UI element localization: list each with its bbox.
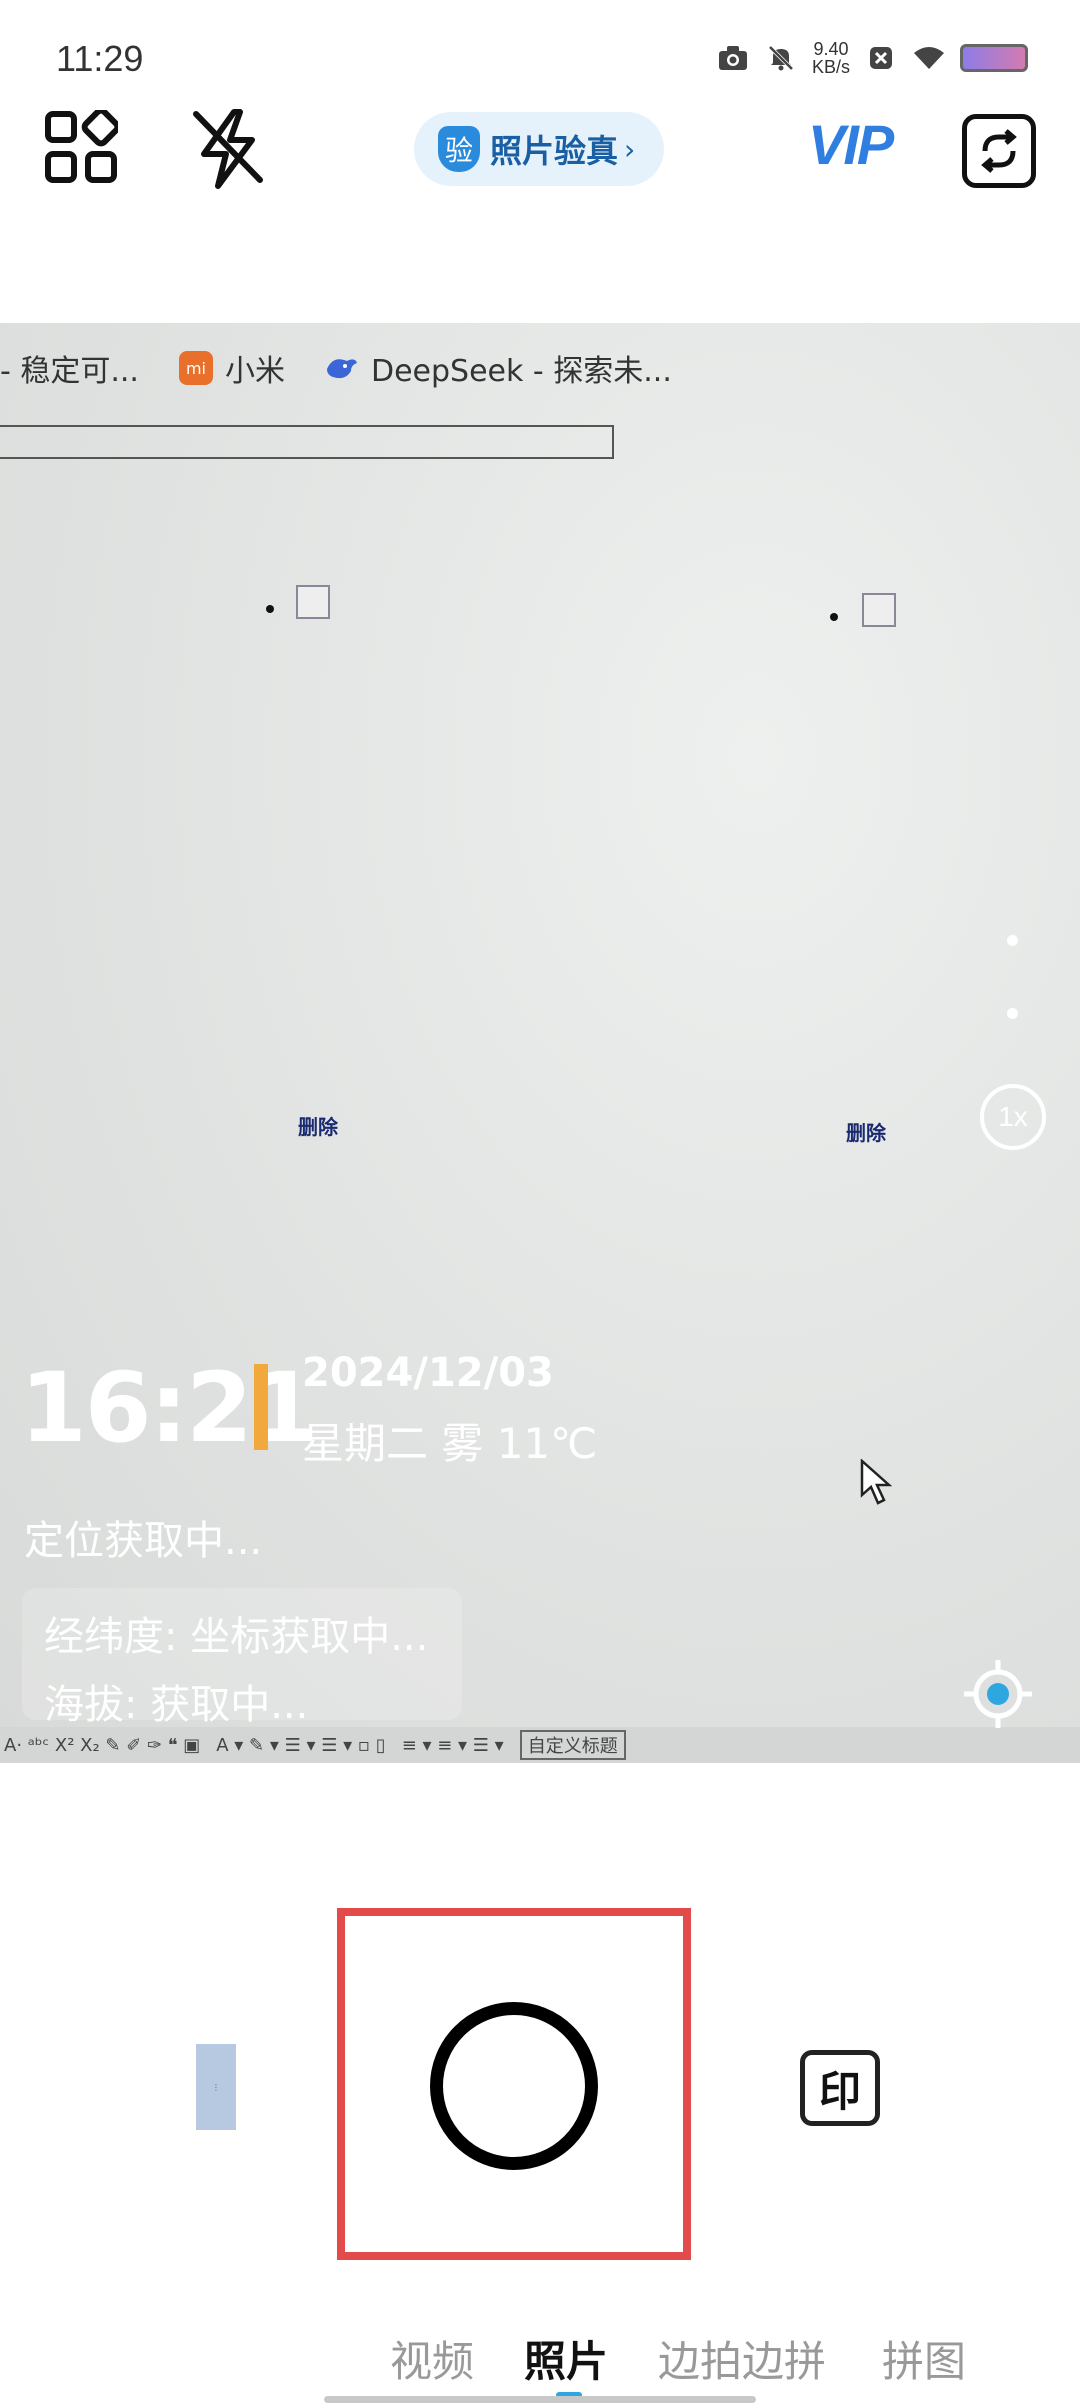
toolbar-glyph-icon: ≡ ▾ ≡ ▾ ☰ ▾ [401, 1734, 504, 1756]
battery-icon [960, 44, 1028, 72]
bullet-dot [266, 605, 274, 613]
watermark-coordinates: 经纬度: 坐标获取中... [44, 1614, 429, 1660]
browser-tab-label: DeepSeek - 探索未... [370, 354, 672, 389]
wifi-icon [912, 43, 946, 73]
status-time: 11:29 [56, 38, 144, 79]
crosshair-location-icon [964, 1660, 1032, 1728]
photo-verify-button[interactable]: 验 照片验真 › [414, 112, 664, 186]
broken-image-icon [862, 593, 896, 627]
network-speed-value: 9.40 [813, 39, 849, 59]
camera-top-toolbar: 验 照片验真 › VIP [0, 100, 1080, 210]
focus-dot [1007, 1008, 1018, 1019]
locate-button[interactable] [962, 1658, 1034, 1730]
zoom-button[interactable]: 1x [980, 1084, 1046, 1150]
watermark-date: 2024/12/03 [302, 1350, 554, 1396]
switch-camera-button[interactable] [962, 114, 1036, 188]
watermark-accent-bar [254, 1364, 268, 1450]
close-box-icon [864, 43, 898, 73]
switch-camera-icon [981, 129, 1017, 173]
status-bar: 11:29 9.40 KB/s [0, 0, 1080, 90]
watermark-location[interactable]: 定位获取中... [24, 1508, 262, 1566]
photo-verify-label: 照片验真 [490, 132, 619, 170]
browser-tab-strip: - 稳定可... mi 小米 DeepSeek - 探索未... [0, 343, 712, 393]
delete-link: 删除 [846, 1121, 886, 1145]
apps-grid-icon[interactable] [44, 107, 121, 184]
verify-shield-icon: 验 [438, 126, 480, 172]
watermark-weekday-weather: 星期二 雾 11℃ [302, 1419, 598, 1468]
custom-title-style: 自定义标题 [519, 1730, 626, 1760]
mi-logo-icon: mi [178, 351, 213, 385]
status-icons: 9.40 KB/s [716, 40, 1028, 76]
deepseek-logo-icon [325, 351, 359, 385]
mode-video[interactable]: 视频 [390, 2328, 474, 2389]
gallery-thumbnail[interactable]: ⋮ [196, 2044, 236, 2130]
address-bar [0, 425, 614, 459]
network-speed-unit: KB/s [811, 57, 850, 77]
mouse-cursor-icon [860, 1458, 893, 1509]
mode-shoot-and-stitch[interactable]: 边拍边拼 [658, 2328, 826, 2389]
broken-image-icon [296, 585, 330, 619]
mode-collage[interactable]: 拼图 [882, 2328, 966, 2389]
browser-tab: - 稳定可... [0, 346, 139, 390]
focus-dot [1007, 935, 1018, 946]
watermark-time: 16:21 [20, 1352, 318, 1464]
network-speed: 9.40 KB/s [812, 40, 850, 76]
shutter-button[interactable] [430, 2002, 598, 2170]
toolbar-glyph-icon: A ▾ ✎ ▾ ☰ ▾ ☰ ▾ ▫ ▯ [216, 1734, 386, 1756]
chevron-right-icon: › [624, 132, 636, 166]
watermark-altitude: 海拔: 获取中... [44, 1682, 309, 1728]
flash-off-icon[interactable] [190, 108, 268, 190]
toolbar-glyph-icon: A· ᵃᵇᶜ X² X₂ ✎ ✐ ✑ ❝ ▣ [4, 1734, 201, 1756]
mode-photo[interactable]: 照片 [524, 2328, 608, 2389]
editor-toolbar: A· ᵃᵇᶜ X² X₂ ✎ ✐ ✑ ❝ ▣ A ▾ ✎ ▾ ☰ ▾ ☰ ▾ ▫… [0, 1727, 1080, 1763]
mute-icon [764, 43, 798, 73]
vip-button[interactable]: VIP [808, 112, 894, 177]
browser-tab: mi 小米 [178, 346, 285, 390]
browser-tab-label: - 稳定可... [0, 354, 139, 389]
watermark-stamp-button[interactable]: 印 [800, 2050, 880, 2126]
bullet-dot [830, 613, 838, 621]
browser-tab: DeepSeek - 探索未... [325, 346, 672, 390]
delete-link: 删除 [298, 1115, 338, 1139]
camera-icon [716, 43, 750, 73]
browser-tab-label: 小米 [224, 354, 285, 389]
home-indicator[interactable] [324, 2396, 756, 2403]
camera-mode-selector: 视频 照片 边拍边拼 拼图 [0, 2328, 1080, 2388]
